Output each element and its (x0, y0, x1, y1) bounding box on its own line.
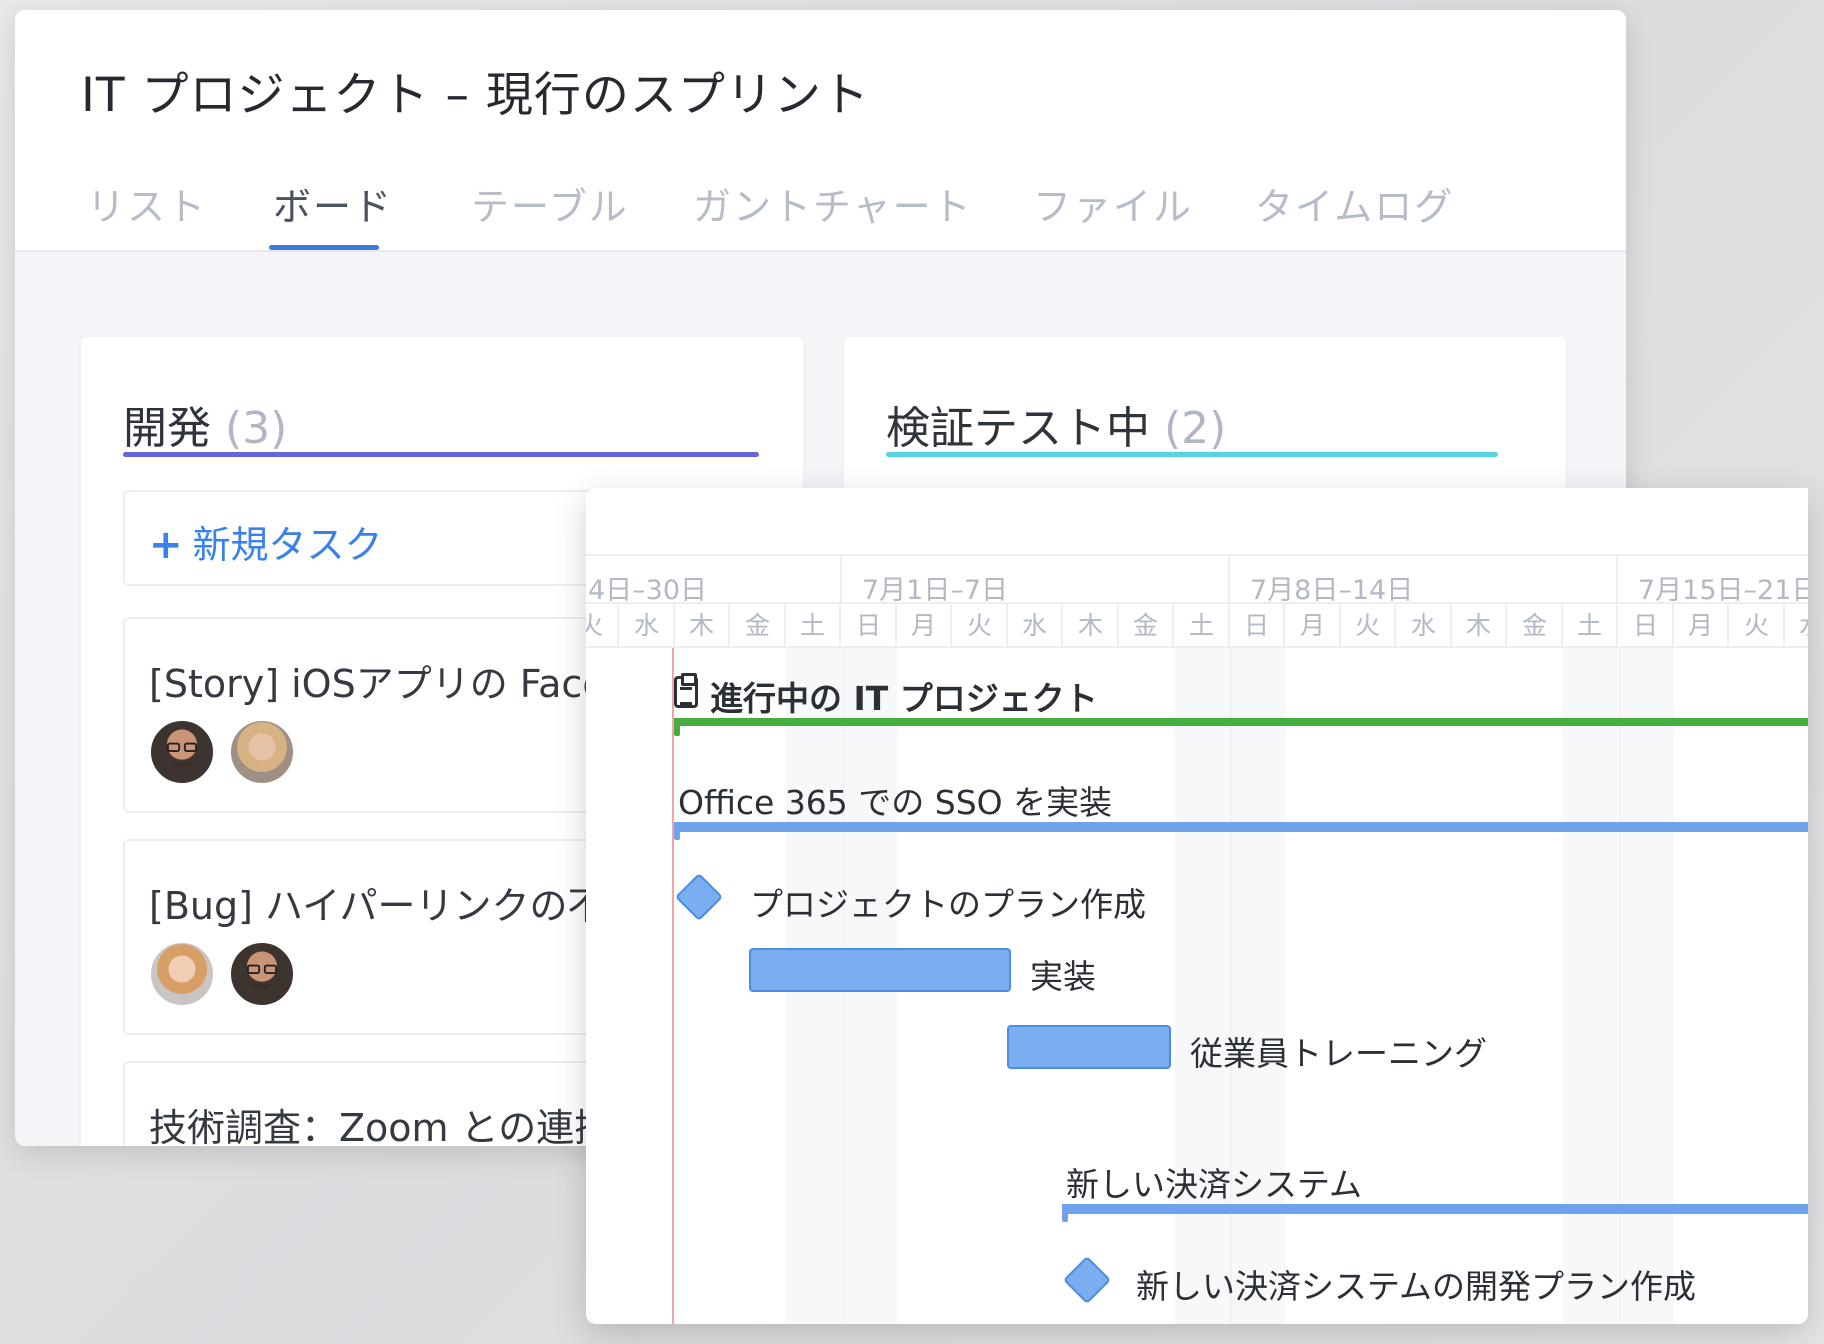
week-separator (1616, 556, 1618, 602)
day-cell: 木 (1452, 604, 1507, 648)
payment-summary-label[interactable]: 新しい決済システム (1066, 1158, 1362, 1206)
day-cell: 日 (1619, 604, 1674, 648)
column-accent-bar (123, 452, 759, 457)
timeline-header: 4日–30日 7月1日–7日 7月8日–14日 7月15日–21日 火水木金土日… (586, 554, 1808, 648)
day-cell: 水 (620, 604, 675, 648)
day-cell: 土 (1563, 604, 1618, 648)
milestone-label[interactable]: 新しい決済システムの開発プラン作成 (1136, 1260, 1696, 1308)
day-cell: 土 (786, 604, 841, 648)
day-cell: 月 (897, 604, 952, 648)
tab-timelog[interactable]: タイムログ (1255, 176, 1454, 231)
week-grid-line (1619, 648, 1621, 1324)
task-title: [Story] iOSアプリの Face (149, 662, 606, 706)
day-cell: 金 (1508, 604, 1563, 648)
day-cell: 火 (1730, 604, 1785, 648)
plus-icon: + (149, 522, 183, 568)
column-accent-bar (886, 452, 1498, 457)
day-cell: 金 (731, 604, 786, 648)
column-count: (2) (1164, 403, 1227, 454)
column-name: 検証テスト中 (886, 403, 1150, 454)
task-bar-training[interactable] (1007, 1025, 1171, 1069)
day-cell: 火 (1341, 604, 1396, 648)
avatar[interactable] (229, 719, 295, 785)
page-title: IT プロジェクト – 現行のスプリント (81, 68, 870, 123)
tab-board[interactable]: ボード (273, 176, 393, 231)
weekend-column (1175, 648, 1230, 1324)
day-cell: 木 (1064, 604, 1119, 648)
new-task-text: 新規タスク (192, 523, 383, 567)
day-cell: 水 (1008, 604, 1063, 648)
week-separator (1228, 556, 1230, 602)
week-separator (840, 556, 842, 602)
day-cell: 木 (675, 604, 730, 648)
column-count: (3) (225, 403, 288, 454)
milestone-diamond[interactable] (1062, 1255, 1112, 1305)
weekend-column (1230, 648, 1285, 1324)
column-title: 検証テスト中 (2) (886, 392, 1226, 456)
milestone-label[interactable]: プロジェクトのプラン作成 (750, 878, 1146, 926)
task-bar-implement[interactable] (749, 948, 1011, 992)
task-label-training[interactable]: 従業員トレーニング (1190, 1027, 1487, 1075)
tab-list[interactable]: リスト (87, 176, 207, 231)
project-summary-label[interactable]: 進行中の IT プロジェクト (710, 672, 1098, 720)
day-cell: 水 (1785, 604, 1808, 648)
gantt-window: 4日–30日 7月1日–7日 7月8日–14日 7月15日–21日 火水木金土日… (586, 488, 1808, 1324)
avatar[interactable] (149, 941, 215, 1007)
project-summary-bar[interactable] (674, 718, 1808, 736)
weekend-column (1563, 648, 1618, 1324)
milestone-diamond[interactable] (674, 872, 724, 922)
board-header: IT プロジェクト – 現行のスプリント リスト ボード テーブル ガントチャー… (15, 10, 1626, 252)
active-tab-indicator (269, 245, 379, 250)
clipboard-icon (674, 673, 698, 708)
avatar[interactable] (229, 941, 295, 1007)
day-cell: 金 (1119, 604, 1174, 648)
week-grid-line (1230, 648, 1232, 1324)
day-cell: 月 (1674, 604, 1729, 648)
day-cell: 火 (953, 604, 1008, 648)
tab-table[interactable]: テーブル (471, 176, 629, 231)
task-title: 技術調査：Zoom との連携 (149, 1106, 613, 1146)
sso-summary-label[interactable]: Office 365 での SSO を実装 (678, 776, 1112, 824)
day-cell: 土 (1175, 604, 1230, 648)
task-title: [Bug] ハイパーリンクの不 (149, 884, 606, 928)
payment-summary-bar[interactable] (1062, 1204, 1808, 1222)
today-line (672, 648, 674, 1324)
column-name: 開発 (123, 403, 211, 454)
day-cell: 日 (842, 604, 897, 648)
tab-files[interactable]: ファイル (1033, 176, 1193, 231)
day-row: 火水木金土日月火水木金土日月火水木金土日月火水 (586, 602, 1808, 648)
tab-gantt-chart[interactable]: ガントチャート (693, 176, 973, 231)
day-cell: 水 (1397, 604, 1452, 648)
avatar[interactable] (149, 719, 215, 785)
day-cell: 月 (1286, 604, 1341, 648)
new-task-label: + 新規タスク (149, 514, 383, 569)
sso-summary-bar[interactable] (674, 822, 1808, 840)
column-title: 開発 (3) (123, 392, 287, 456)
day-cell: 火 (586, 604, 619, 648)
weekend-column (1619, 648, 1674, 1324)
task-label-implement[interactable]: 実装 (1030, 950, 1096, 998)
day-cell: 日 (1230, 604, 1285, 648)
